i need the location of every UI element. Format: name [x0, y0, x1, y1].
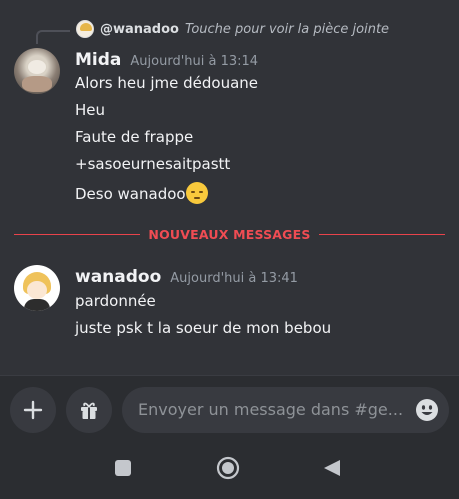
- reply-preview[interactable]: Touche pour voir la pièce jointe: [185, 22, 389, 37]
- reply-username[interactable]: @wanadoo: [100, 22, 179, 37]
- message-text[interactable]: +sasoeurnesaitpastt: [75, 155, 230, 173]
- message-text[interactable]: juste psk t la soeur de mon bebou: [75, 319, 331, 337]
- emoji-icon[interactable]: [415, 398, 439, 422]
- reply-connector: [36, 30, 70, 44]
- username[interactable]: wanadoo: [75, 267, 161, 287]
- new-messages-divider: NOUVEAUX MESSAGES: [14, 224, 445, 244]
- back-button[interactable]: [320, 456, 344, 480]
- gift-button[interactable]: [66, 387, 112, 433]
- message-text[interactable]: Alors heu jme dédouane: [75, 74, 258, 92]
- reply-reference[interactable]: @wanadoo Touche pour voir la pièce joint…: [76, 18, 389, 40]
- username[interactable]: Mida: [75, 50, 121, 70]
- message-input-placeholder: Envoyer un message dans #ge...: [138, 400, 404, 419]
- timestamp: Aujourd'hui à 13:14: [130, 54, 259, 69]
- home-icon: [216, 456, 240, 480]
- avatar[interactable]: [14, 48, 60, 94]
- plus-icon: [23, 400, 43, 420]
- divider-rule: [318, 233, 445, 235]
- message-text-with-emoji[interactable]: Deso wanadoo: [75, 182, 208, 204]
- recent-apps-icon: [115, 460, 131, 476]
- divider-rule: [14, 233, 141, 235]
- add-attachment-button[interactable]: [10, 387, 56, 433]
- reply-avatar: [76, 20, 94, 38]
- composer-divider: [0, 375, 459, 376]
- pensive-face-icon: [185, 182, 208, 204]
- new-messages-label: NOUVEAUX MESSAGES: [148, 226, 311, 242]
- message-header: wanadoo Aujourd'hui à 13:41: [75, 267, 298, 287]
- message-text[interactable]: Heu: [75, 101, 105, 119]
- message-input[interactable]: Envoyer un message dans #ge...: [122, 387, 449, 433]
- recent-apps-button[interactable]: [111, 456, 135, 480]
- gift-icon: [81, 402, 97, 419]
- avatar[interactable]: [14, 265, 60, 311]
- timestamp: Aujourd'hui à 13:41: [170, 271, 298, 286]
- message-text: Deso wanadoo: [75, 185, 186, 203]
- message-text[interactable]: Faute de frappe: [75, 128, 193, 146]
- back-icon: [324, 460, 340, 476]
- message-header: Mida Aujourd'hui à 13:14: [75, 50, 258, 70]
- message-text[interactable]: pardonnée: [75, 292, 156, 310]
- home-button[interactable]: [216, 456, 240, 480]
